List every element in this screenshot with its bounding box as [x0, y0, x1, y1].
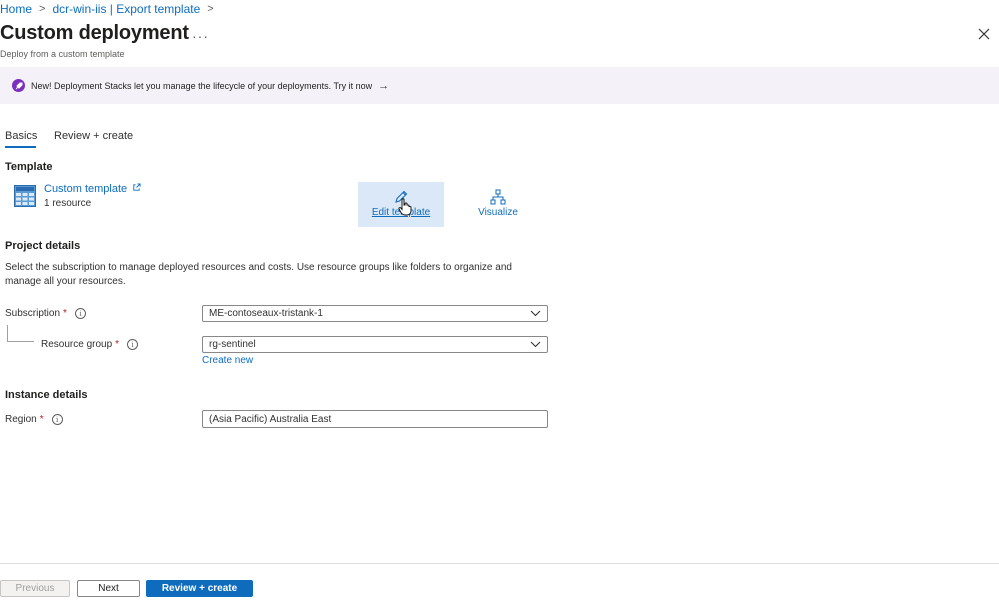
active-tab-indicator — [5, 146, 36, 148]
required-marker: * — [39, 414, 44, 425]
info-icon[interactable]: i — [51, 414, 63, 425]
tab-basics[interactable]: Basics — [5, 130, 37, 142]
review-create-button[interactable]: Review + create — [146, 580, 253, 597]
resource-group-label: Resource group * i — [41, 339, 139, 350]
rocket-icon — [12, 79, 25, 92]
subscription-label-text: Subscription — [5, 308, 61, 319]
subscription-value: ME-contoseaux-tristank-1 — [209, 308, 323, 319]
external-link-icon — [133, 183, 141, 191]
chevron-right-icon: > — [39, 3, 46, 15]
more-options-icon[interactable]: ··· — [192, 28, 209, 44]
chevron-down-icon — [530, 341, 541, 348]
footer-divider — [0, 563, 999, 564]
template-resource-count: 1 resource — [44, 198, 92, 209]
visualize-button[interactable]: Visualize — [458, 182, 538, 227]
previous-button[interactable]: Previous — [0, 580, 70, 597]
info-icon[interactable]: i — [74, 308, 86, 319]
region-field[interactable]: (Asia Pacific) Australia East — [202, 410, 548, 428]
next-button[interactable]: Next — [77, 580, 140, 597]
required-marker: * — [115, 339, 120, 350]
region-label: Region * i — [5, 414, 63, 425]
tree-connector — [7, 341, 34, 342]
region-value: (Asia Pacific) Australia East — [209, 413, 332, 425]
resource-group-label-text: Resource group — [41, 339, 113, 350]
breadcrumb-export-template[interactable]: dcr-win-iis | Export template — [52, 2, 200, 16]
region-label-text: Region — [5, 414, 37, 425]
instance-details-title: Instance details — [5, 389, 88, 401]
custom-template-link[interactable]: Custom template — [44, 183, 141, 195]
tree-connector — [7, 325, 8, 341]
subscription-dropdown[interactable]: ME-contoseaux-tristank-1 — [202, 305, 548, 322]
breadcrumb: Home > dcr-win-iis | Export template > — [0, 2, 221, 16]
info-icon[interactable]: i — [127, 339, 139, 350]
chevron-right-icon: > — [207, 3, 214, 15]
visualize-label: Visualize — [478, 207, 518, 218]
template-section-title: Template — [5, 161, 53, 173]
create-new-resource-group-link[interactable]: Create new — [202, 355, 253, 366]
resource-group-value: rg-sentinel — [209, 339, 256, 350]
close-icon[interactable] — [977, 27, 993, 43]
hand-cursor-icon — [398, 198, 412, 221]
page-subtitle: Deploy from a custom template — [0, 49, 125, 59]
subscription-label: Subscription * i — [5, 308, 86, 319]
arrow-right-icon[interactable]: → — [378, 80, 389, 92]
project-details-title: Project details — [5, 240, 81, 252]
chevron-down-icon — [530, 310, 541, 317]
custom-template-link-text[interactable]: Custom template — [44, 183, 127, 195]
required-marker: * — [63, 308, 67, 319]
banner-text: New! Deployment Stacks let you manage th… — [31, 80, 373, 91]
deployment-stacks-banner[interactable]: New! Deployment Stacks let you manage th… — [0, 67, 999, 104]
page-title: Custom deployment — [0, 22, 189, 44]
breadcrumb-home[interactable]: Home — [0, 2, 32, 16]
template-grid-icon — [14, 185, 36, 207]
tab-review-create[interactable]: Review + create — [54, 130, 133, 142]
project-details-description: Select the subscription to manage deploy… — [5, 262, 512, 287]
resource-group-dropdown[interactable]: rg-sentinel — [202, 336, 548, 353]
